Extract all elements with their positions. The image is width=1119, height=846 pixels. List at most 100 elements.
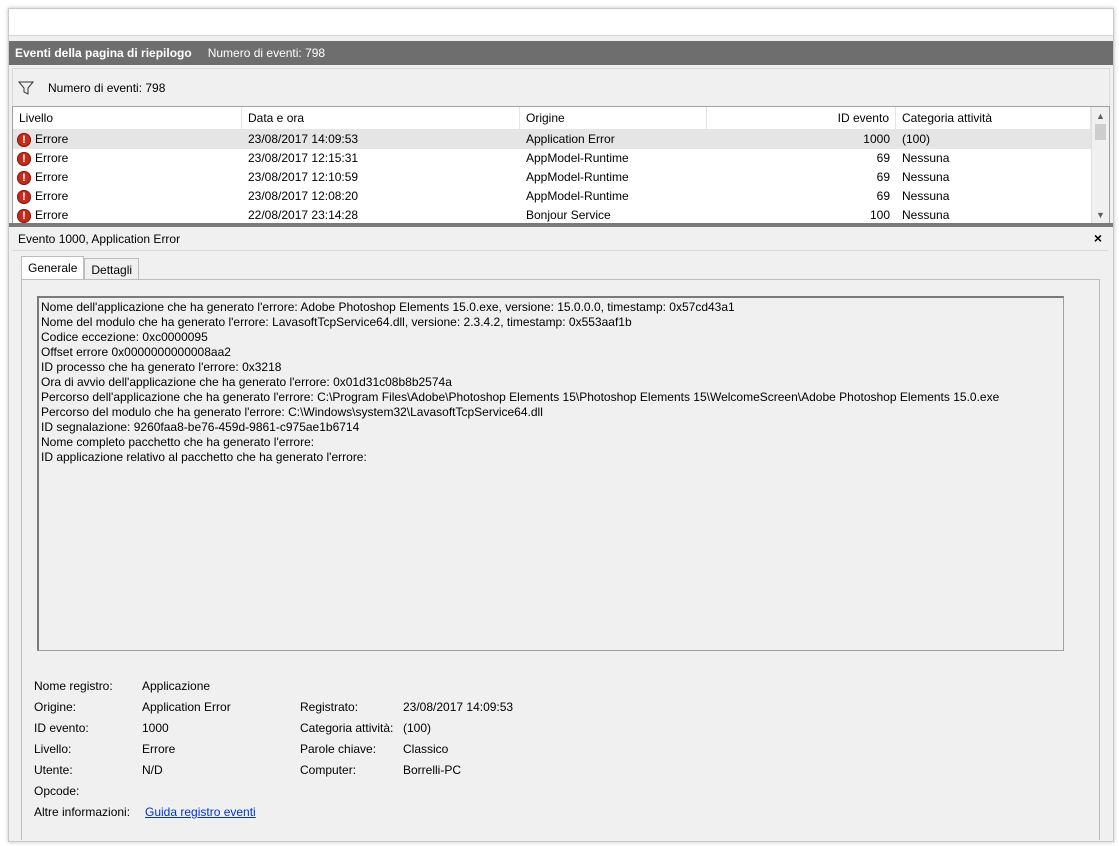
scrollbar-thumb[interactable]	[1095, 124, 1106, 140]
level-text: Errore	[35, 151, 69, 165]
event-log-help-link[interactable]: Guida registro eventi	[145, 804, 256, 820]
cell-category: (100)	[902, 132, 931, 146]
cell-datetime: 23/08/2017 12:10:59	[248, 170, 359, 184]
table-scrollbar[interactable]: ▲ ▼	[1091, 107, 1109, 223]
column-datetime[interactable]: Data e ora	[242, 107, 520, 129]
tab-details[interactable]: Dettagli	[84, 258, 140, 281]
prop-computer-label: Computer:	[300, 763, 357, 777]
prop-log-name-value: Applicazione	[142, 679, 211, 693]
prop-source-value: Application Error	[142, 700, 231, 714]
cell-event-id: 69	[876, 151, 890, 165]
cell-category: Nessuna	[902, 151, 950, 165]
pane-splitter[interactable]	[9, 223, 1113, 227]
table-row[interactable]: ! Errore 23/08/2017 12:10:59 AppModel-Run…	[13, 168, 1091, 187]
prop-level-value: Errore	[142, 742, 176, 756]
column-event-id[interactable]: ID evento	[707, 107, 896, 129]
header-title: Eventi della pagina di riepilogo	[15, 46, 192, 60]
prop-log-name-label: Nome registro:	[34, 679, 113, 693]
cell-event-id: 69	[876, 189, 890, 203]
cell-datetime: 22/08/2017 23:14:28	[248, 208, 359, 222]
cell-source: AppModel-Runtime	[526, 189, 629, 203]
level-text: Errore	[35, 132, 69, 146]
prop-opcode-label: Opcode:	[34, 784, 80, 798]
message-line: Ora di avvio dell'applicazione che ha ge…	[41, 375, 452, 389]
prop-source-label: Origine:	[34, 700, 77, 714]
events-table: Livello Data e ora Origine ID evento Cat…	[12, 106, 1110, 224]
prop-computer-value: Borrelli-PC	[403, 763, 462, 777]
message-line: Nome completo pacchetto che ha generato …	[41, 435, 315, 449]
cell-level: ! Errore	[13, 168, 242, 187]
prop-keywords-label: Parole chiave:	[300, 742, 377, 756]
prop-logged-label: Registrato:	[300, 700, 359, 714]
cell-category: Nessuna	[902, 208, 950, 222]
message-line: ID processo che ha generato l'errore: 0x…	[41, 360, 282, 374]
summary-header: Eventi della pagina di riepilogo Numero …	[9, 41, 1113, 65]
prop-category-value: (100)	[403, 721, 432, 735]
cell-source: AppModel-Runtime	[526, 151, 629, 165]
error-icon: !	[17, 132, 31, 147]
error-icon: !	[17, 151, 31, 166]
event-detail-title: Evento 1000, Application Error	[18, 232, 181, 246]
message-line: Percorso del modulo che ha generato l'er…	[41, 405, 543, 419]
error-icon: !	[17, 208, 31, 223]
close-icon[interactable]: ×	[1094, 230, 1102, 246]
filter-icon[interactable]	[16, 80, 36, 96]
cell-source: Application Error	[526, 132, 615, 146]
table-row[interactable]: ! Errore 22/08/2017 23:14:28 Bonjour Serv…	[13, 206, 1091, 223]
prop-user-value: N/D	[142, 763, 163, 777]
level-text: Errore	[35, 189, 69, 203]
prop-category-label: Categoria attività:	[300, 721, 394, 735]
column-source[interactable]: Origine	[520, 107, 707, 129]
header-event-count: Numero di eventi: 798	[207, 46, 326, 60]
column-level[interactable]: Livello	[13, 107, 242, 129]
scroll-down-icon[interactable]: ▼	[1092, 206, 1109, 223]
message-line: Offset errore 0x0000000000008aa2	[41, 345, 231, 359]
message-line: Nome del modulo che ha generato l'errore…	[41, 315, 632, 329]
error-icon: !	[17, 170, 31, 185]
table-header: Livello Data e ora Origine ID evento Cat…	[13, 107, 1091, 130]
prop-event-id-value: 1000	[142, 721, 169, 735]
prop-user-label: Utente:	[34, 763, 73, 777]
message-line: Percorso dell'applicazione che ha genera…	[41, 390, 1000, 404]
cell-source: Bonjour Service	[526, 208, 611, 222]
event-message-box[interactable]: Nome dell'applicazione che ha generato l…	[37, 296, 1064, 651]
message-line: ID applicazione relativo al pacchetto ch…	[41, 450, 367, 464]
event-viewer-window: Eventi della pagina di riepilogo Numero …	[8, 8, 1114, 842]
table-row[interactable]: ! Errore 23/08/2017 14:09:53 Application …	[13, 130, 1091, 149]
level-text: Errore	[35, 208, 69, 222]
level-text: Errore	[35, 170, 69, 184]
prop-event-id-label: ID evento:	[34, 721, 89, 735]
cell-event-id: 1000	[863, 132, 890, 146]
cell-level: ! Errore	[13, 130, 242, 149]
event-detail-header: Evento 1000, Application Error ×	[12, 228, 1108, 251]
table-body: ! Errore 23/08/2017 14:09:53 Application …	[13, 130, 1091, 223]
top-strip	[9, 9, 1113, 36]
tab-general[interactable]: Generale	[21, 256, 85, 281]
cell-event-id: 100	[869, 208, 890, 222]
filter-event-count: Numero di eventi: 798	[48, 80, 166, 95]
prop-level-label: Livello:	[34, 742, 72, 756]
filter-bar: Numero di eventi: 798	[12, 68, 1110, 107]
column-category[interactable]: Categoria attività	[896, 107, 1091, 129]
cell-category: Nessuna	[902, 170, 950, 184]
general-tab-panel: Nome dell'applicazione che ha generato l…	[21, 279, 1100, 840]
cell-category: Nessuna	[902, 189, 950, 203]
message-line: Nome dell'applicazione che ha generato l…	[41, 300, 735, 314]
error-icon: !	[17, 189, 31, 204]
table-row[interactable]: ! Errore 23/08/2017 12:15:31 AppModel-Run…	[13, 149, 1091, 168]
cell-event-id: 69	[876, 170, 890, 184]
cell-datetime: 23/08/2017 12:08:20	[248, 189, 359, 203]
cell-source: AppModel-Runtime	[526, 170, 629, 184]
cell-datetime: 23/08/2017 14:09:53	[248, 132, 359, 146]
cell-level: ! Errore	[13, 149, 242, 168]
prop-logged-value: 23/08/2017 14:09:53	[403, 700, 514, 714]
message-line: Codice eccezione: 0xc0000095	[41, 330, 208, 344]
cell-level: ! Errore	[13, 206, 242, 223]
prop-more-info-label: Altre informazioni:	[34, 805, 131, 819]
message-line: ID segnalazione: 9260faa8-be76-459d-9861…	[41, 420, 360, 434]
table-row[interactable]: ! Errore 23/08/2017 12:08:20 AppModel-Run…	[13, 187, 1091, 206]
cell-datetime: 23/08/2017 12:15:31	[248, 151, 359, 165]
detail-tabs: Generale Dettagli	[21, 256, 140, 281]
prop-keywords-value: Classico	[403, 742, 449, 756]
scroll-up-icon[interactable]: ▲	[1092, 107, 1109, 124]
